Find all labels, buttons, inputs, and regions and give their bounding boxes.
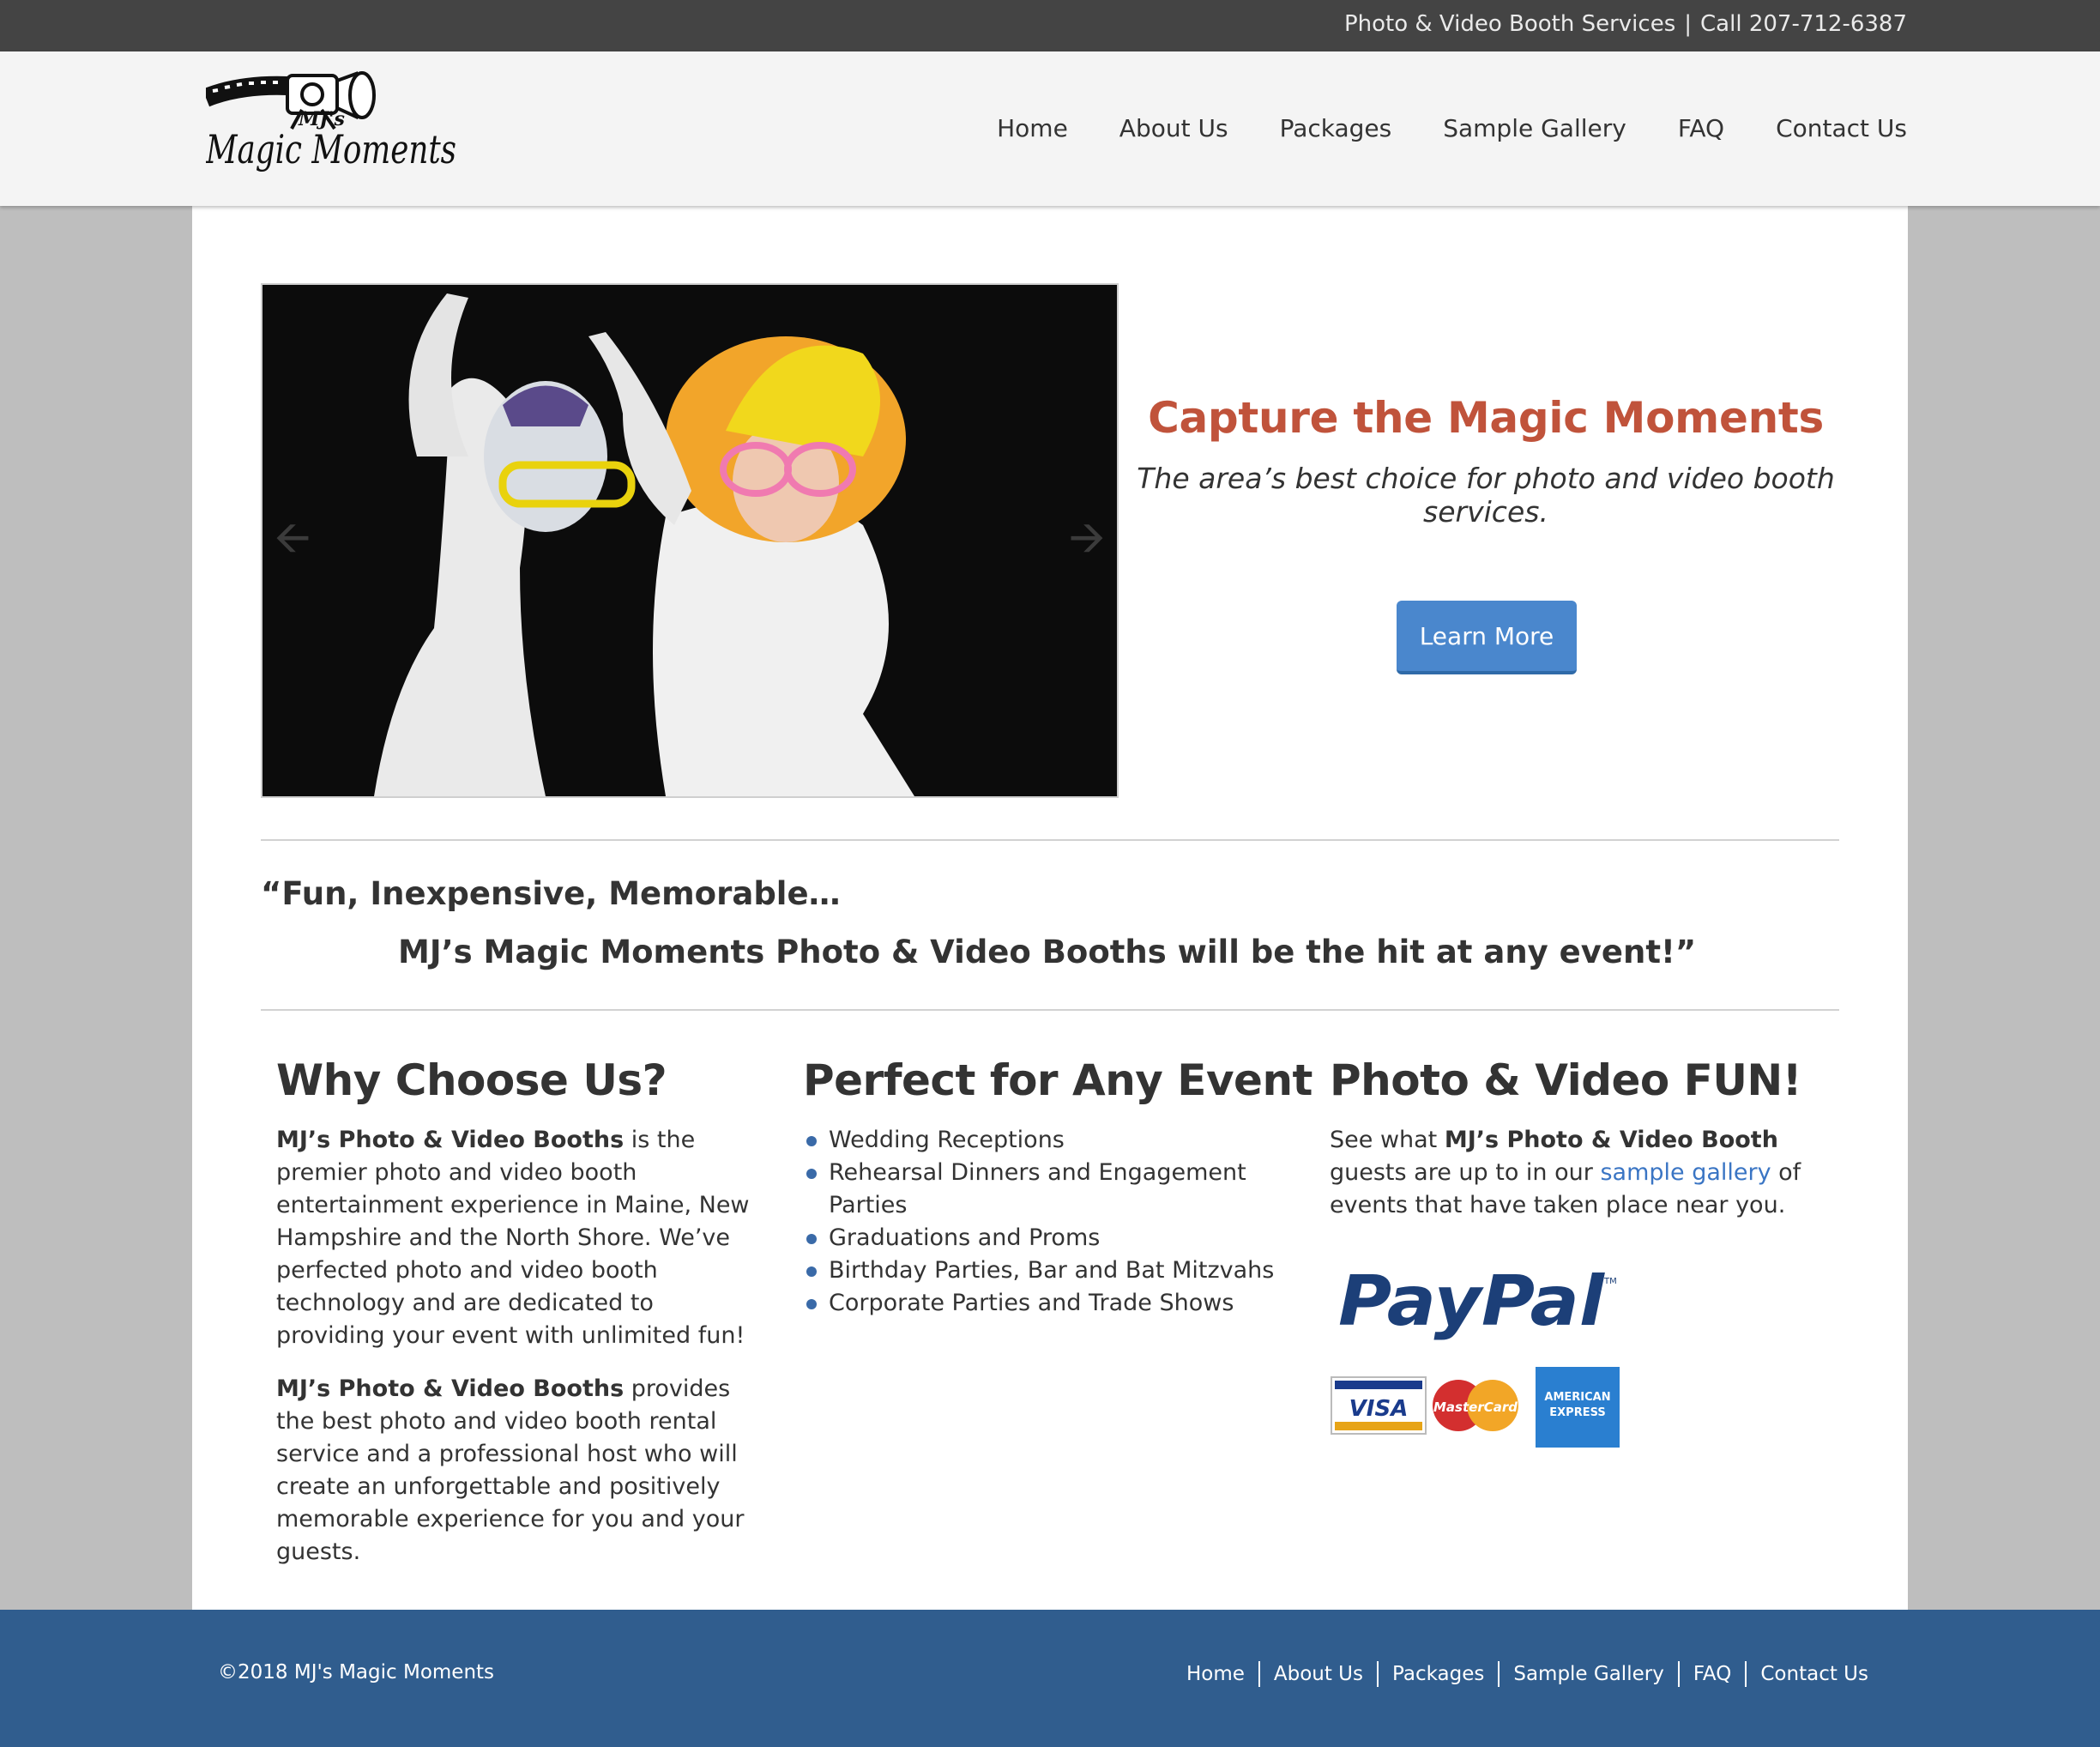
credit-cards: VISA MasterCard AMERICAN EXPRESS [1331, 1367, 1620, 1448]
bullet-icon [806, 1266, 817, 1277]
quote-line-1: “Fun, Inexpensive, Memorable… [261, 875, 841, 912]
sample-gallery-link[interactable]: sample gallery [1600, 1159, 1771, 1186]
main-content: 🡨 🡪 Capture the Magic Moments The area’s… [192, 206, 1908, 1610]
fun-text-b: guests are up to in our [1330, 1159, 1601, 1186]
list-item-text: Wedding Receptions [829, 1127, 1065, 1153]
list-item-text: Graduations and Proms [829, 1224, 1101, 1251]
footer-nav-home[interactable]: Home [1186, 1663, 1245, 1685]
mastercard-icon: MasterCard [1433, 1380, 1518, 1431]
phone-text[interactable]: Call 207-712-6387 [1700, 11, 1907, 37]
footer-nav-faq[interactable]: FAQ [1693, 1663, 1732, 1685]
amex-icon: AMERICAN EXPRESS [1536, 1367, 1620, 1448]
visa-icon: VISA [1331, 1376, 1427, 1435]
fun-text-bold: MJ’s Photo & Video Booth [1444, 1127, 1778, 1153]
bullet-icon [806, 1169, 817, 1179]
bullet-icon [806, 1136, 817, 1146]
main-nav: Home About Us Packages Sample Gallery FA… [945, 114, 1907, 142]
why-choose-us-section: Why Choose Us? MJ’s Photo & Video Booths… [276, 1055, 757, 1589]
mastercard-text: MasterCard [1433, 1399, 1518, 1415]
hero-text: Capture the Magic Moments The area’s bes… [1134, 393, 1838, 529]
hero-subtitle: The area’s best choice for photo and vid… [1137, 462, 1835, 529]
list-item: Wedding Receptions [803, 1124, 1283, 1157]
fun-section: Photo & Video FUN! See what MJ’s Photo &… [1330, 1055, 1810, 1242]
quote-line-2: MJ’s Magic Moments Photo & Video Booths … [398, 934, 1697, 970]
list-item: Rehearsal Dinners and Engagement Parties [803, 1157, 1283, 1222]
footer-nav-contact-us[interactable]: Contact Us [1760, 1663, 1868, 1685]
divider-top [261, 839, 1839, 841]
paypal-tm: TM [1603, 1277, 1617, 1286]
list-item-text: Rehearsal Dinners and Engagement Parties [829, 1159, 1246, 1218]
nav-contact-us[interactable]: Contact Us [1776, 114, 1907, 142]
footer-divider [1677, 1661, 1680, 1687]
footer-divider [1498, 1661, 1500, 1687]
paypal-logo: PayPal TM [1338, 1261, 1617, 1341]
hero-photo [262, 285, 1117, 796]
nav-packages[interactable]: Packages [1280, 114, 1392, 142]
amex-text-1: AMERICAN [1544, 1391, 1610, 1404]
fun-title: Photo & Video FUN! [1330, 1055, 1802, 1105]
separator: | [1684, 11, 1693, 37]
services-text: Photo & Video Booth Services [1343, 11, 1676, 37]
nav-home[interactable]: Home [997, 114, 1068, 142]
why-title: Why Choose Us? [276, 1055, 667, 1105]
footer-nav-about-us[interactable]: About Us [1274, 1663, 1363, 1685]
top-bar: Photo & Video Booth Services | Call 207-71… [0, 0, 2100, 51]
amex-text-2: EXPRESS [1549, 1406, 1605, 1419]
why-p1-bold: MJ’s Photo & Video Booths [276, 1127, 625, 1153]
footer-divider [1377, 1661, 1379, 1687]
list-item: Corporate Parties and Trade Shows [803, 1287, 1283, 1320]
nav-sample-gallery[interactable]: Sample Gallery [1443, 114, 1626, 142]
list-item-text: Corporate Parties and Trade Shows [829, 1290, 1234, 1316]
hero-slider[interactable]: 🡨 🡪 [261, 283, 1119, 798]
film-strip-icon [206, 76, 288, 107]
hero-title: Capture the Magic Moments [1148, 393, 1824, 443]
nav-about-us[interactable]: About Us [1119, 114, 1228, 142]
fun-text-a: See what [1330, 1127, 1445, 1153]
events-list: Wedding Receptions Rehearsal Dinners and… [803, 1124, 1283, 1320]
why-p1-text: is the premier photo and video booth ent… [276, 1127, 750, 1349]
list-item: Birthday Parties, Bar and Bat Mitzvahs [803, 1254, 1283, 1287]
bullet-icon [806, 1234, 817, 1244]
site-header: MJ's Magic Moments Home About Us Package… [0, 51, 2100, 206]
paypal-text: PayPal [1338, 1261, 1606, 1341]
footer-nav-sample-gallery[interactable]: Sample Gallery [1513, 1663, 1663, 1685]
fun-paragraph: See what MJ’s Photo & Video Booth guests… [1330, 1124, 1810, 1222]
divider-bottom [261, 1009, 1839, 1011]
why-paragraph-2: MJ’s Photo & Video Booths provides the b… [276, 1373, 757, 1569]
list-item-text: Birthday Parties, Bar and Bat Mitzvahs [829, 1257, 1275, 1284]
logo-text-main: Magic Moments [206, 126, 456, 172]
why-paragraph-1: MJ’s Photo & Video Booths is the premier… [276, 1124, 757, 1352]
footer-nav-packages[interactable]: Packages [1392, 1663, 1484, 1685]
why-p2-bold: MJ’s Photo & Video Booths [276, 1375, 625, 1402]
visa-text: VISA [1349, 1396, 1409, 1422]
list-item: Graduations and Proms [803, 1222, 1283, 1254]
footer-divider [1258, 1661, 1260, 1687]
why-p2-text: provides the best photo and video booth … [276, 1375, 745, 1565]
site-footer: ©2018 MJ's Magic Moments Home About Us P… [0, 1610, 2100, 1747]
bullet-icon [806, 1299, 817, 1309]
logo[interactable]: MJ's Magic Moments [206, 67, 463, 191]
events-title: Perfect for Any Event [803, 1055, 1312, 1105]
nav-faq[interactable]: FAQ [1678, 114, 1724, 142]
footer-nav: Home About Us Packages Sample Gallery FA… [1186, 1661, 1868, 1687]
events-section: Perfect for Any Event Wedding Receptions… [803, 1055, 1312, 1320]
copyright: ©2018 MJ's Magic Moments [218, 1661, 495, 1684]
footer-divider [1745, 1661, 1747, 1687]
learn-more-button[interactable]: Learn More [1397, 601, 1577, 674]
arrow-right-icon[interactable]: 🡪 [1067, 516, 1107, 560]
top-bar-tagline: Photo & Video Booth Services | Call 207-71… [1344, 11, 1907, 37]
arrow-left-icon[interactable]: 🡨 [273, 516, 312, 560]
